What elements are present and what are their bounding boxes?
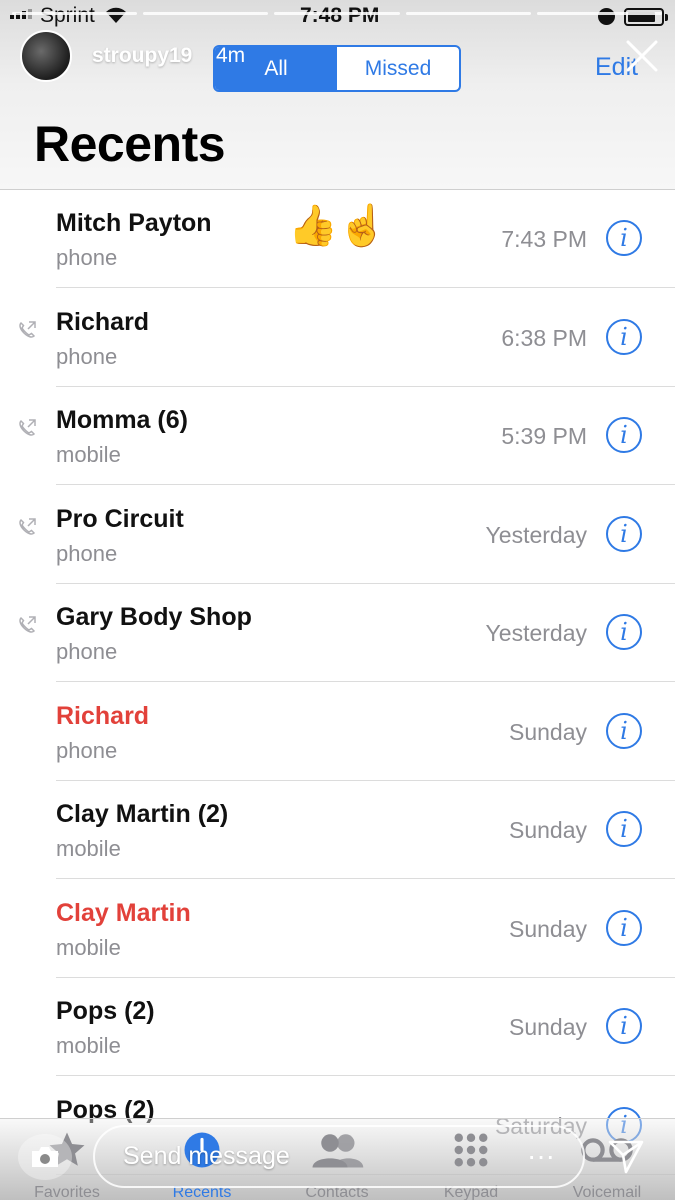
call-type: phone — [56, 639, 118, 664]
segment-missed[interactable]: Missed — [337, 47, 459, 90]
story-progress-segment — [143, 12, 269, 15]
battery-icon — [624, 8, 668, 26]
status-bar: Sprint 7:48 PM — [0, 0, 675, 34]
call-time: Sunday — [508, 718, 587, 745]
call-time: Yesterday — [485, 620, 587, 646]
call-type: phone — [56, 343, 118, 369]
call-time: 5:39 PM — [501, 423, 587, 449]
caller-name: Mitch Payton — [56, 209, 212, 237]
alarm-icon — [598, 8, 615, 25]
outgoing-call-icon — [19, 320, 36, 338]
call-time: Sunday — [508, 915, 587, 942]
close-icon[interactable] — [624, 38, 660, 74]
more-options-icon[interactable]: ··· — [527, 1140, 555, 1172]
outgoing-call-icon — [19, 517, 36, 535]
info-icon[interactable]: i — [606, 614, 642, 650]
send-message-placeholder: Send message — [123, 1142, 290, 1170]
info-icon[interactable]: i — [606, 318, 642, 355]
info-icon[interactable]: i — [606, 1008, 642, 1044]
info-icon[interactable]: i — [606, 417, 642, 453]
call-type: mobile — [56, 934, 121, 960]
caller-name: Richard — [56, 307, 150, 336]
tab-label: Favorites — [34, 1184, 100, 1200]
info-icon[interactable]: i — [606, 515, 642, 552]
caller-name: Clay Martin — [56, 898, 191, 927]
call-row[interactable]: Gary Body Shop phone Yesterday i — [0, 584, 675, 682]
outgoing-call-icon — [19, 616, 36, 633]
call-time: Sunday — [508, 817, 587, 843]
call-row[interactable]: Pro Circuit phone Yesterday i — [0, 486, 675, 584]
carrier-name: Sprint — [40, 4, 95, 27]
call-type: phone — [56, 245, 118, 270]
caller-name: Richard — [56, 701, 150, 730]
story-progress-segment — [536, 12, 663, 15]
call-type: phone — [56, 540, 118, 566]
caller-name: Clay Martin (2) — [56, 800, 229, 828]
caller-name: Pops (2) — [56, 997, 155, 1025]
story-progress-bars — [12, 12, 663, 15]
call-time: 6:38 PM — [501, 324, 587, 351]
info-icon[interactable]: i — [606, 811, 642, 847]
story-progress-segment — [405, 12, 531, 15]
info-icon[interactable]: i — [606, 712, 642, 749]
info-icon[interactable]: i — [606, 220, 642, 256]
call-type: phone — [56, 737, 118, 763]
tab-label: Voicemail — [572, 1184, 642, 1200]
camera-button[interactable] — [18, 1134, 72, 1180]
call-row[interactable]: Clay Martin mobile Sunday i — [0, 880, 675, 978]
call-row[interactable]: Richard phone Sunday i — [0, 683, 675, 781]
call-type: mobile — [56, 1033, 121, 1058]
avatar[interactable] — [20, 30, 72, 82]
story-age: 4m — [216, 44, 246, 67]
page-title: Recents — [34, 116, 226, 172]
call-time: Sunday — [508, 1014, 587, 1040]
call-type: mobile — [56, 836, 121, 861]
status-time: 7:48 PM — [300, 4, 380, 27]
emoji-sticker: 👍☝️ — [288, 204, 388, 248]
recents-filter-control: All Missed — [213, 45, 461, 92]
call-type: mobile — [56, 442, 121, 467]
call-row[interactable]: Clay Martin (2) mobile Sunday i — [0, 781, 675, 879]
caller-name: Momma (6) — [56, 406, 188, 434]
caller-name: Pro Circuit — [56, 504, 184, 533]
call-time: Yesterday — [485, 521, 587, 548]
story-username[interactable]: stroupy19 — [92, 44, 192, 68]
wifi-icon — [106, 7, 126, 23]
call-row[interactable]: Pops (2) mobile Sunday i — [0, 978, 675, 1076]
call-row[interactable]: Richard phone 6:38 PM i — [0, 289, 675, 387]
send-icon[interactable] — [606, 1136, 646, 1176]
camera-icon — [32, 1147, 58, 1167]
story-progress-segment — [274, 12, 400, 15]
story-progress-segment — [12, 12, 138, 15]
info-icon[interactable]: i — [606, 909, 642, 946]
call-time: 7:43 PM — [501, 226, 587, 252]
outgoing-call-icon — [19, 419, 36, 436]
call-row[interactable]: Momma (6) mobile 5:39 PM i — [0, 387, 675, 485]
caller-name: Gary Body Shop — [56, 603, 252, 631]
